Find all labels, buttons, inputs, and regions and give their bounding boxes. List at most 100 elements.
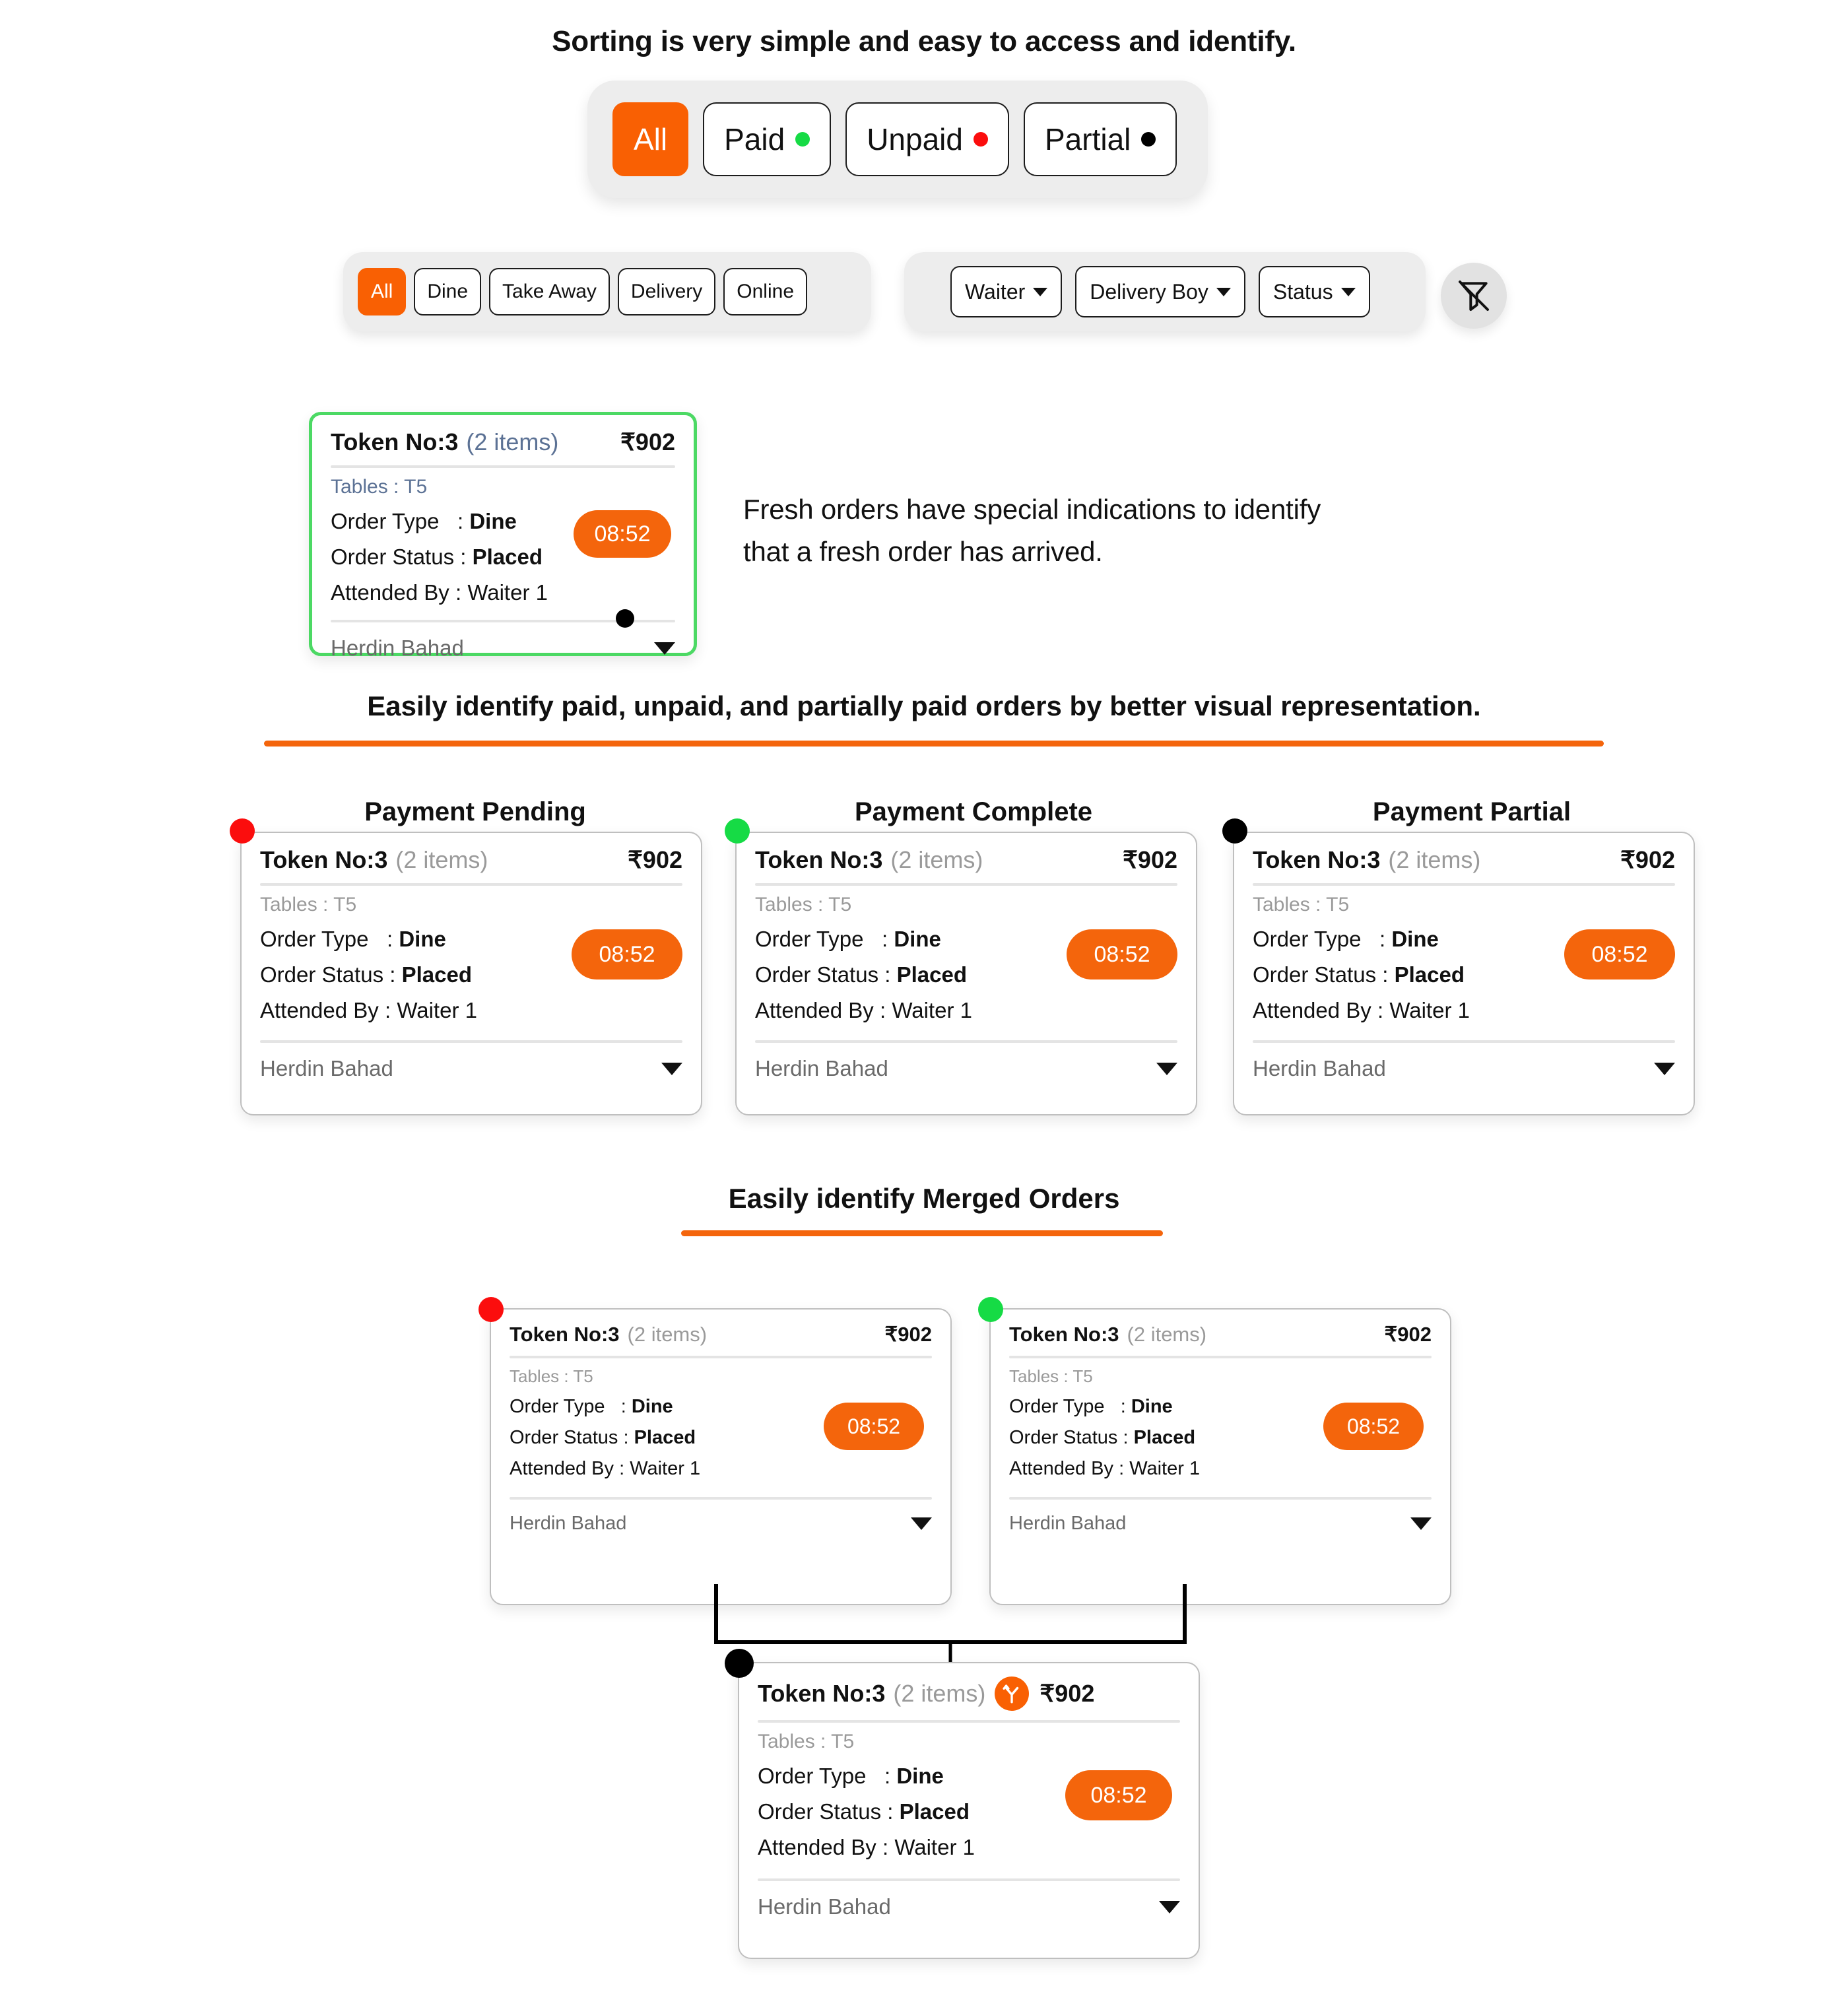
order-status-sep: :: [1123, 1427, 1134, 1448]
order-type-sep: :: [1379, 927, 1392, 951]
order-type-dine[interactable]: Dine: [414, 268, 482, 315]
divider: [755, 883, 1177, 886]
token-separator: :: [864, 1680, 873, 1707]
paid-status-dot-icon: [795, 132, 810, 147]
order-type-delivery[interactable]: Delivery: [617, 268, 716, 315]
attended-by-row: Attended By : Waiter 1: [510, 1458, 932, 1480]
payment-section-underline: [264, 741, 1604, 747]
payment-partial-title: Payment Partial: [1372, 797, 1571, 826]
attended-by-sep: :: [619, 1458, 630, 1479]
status-dot-partial: [1222, 818, 1247, 844]
order-timer-badge: 08:52: [574, 510, 671, 558]
divider: [1253, 1040, 1675, 1043]
order-type-key: Order Type: [758, 1764, 867, 1788]
attended-by-row: Attended By : Waiter 1: [1009, 1458, 1432, 1480]
unpaid-status-dot-icon: [973, 132, 988, 147]
order-status-value: Placed: [401, 962, 472, 987]
order-type-value: Dine: [896, 1764, 944, 1788]
status-filter-partial-label: Partial: [1044, 122, 1131, 156]
order-type-value: Dine: [1131, 1396, 1173, 1417]
divider: [1253, 883, 1675, 886]
order-type-key: Order Type: [755, 927, 864, 951]
order-status-sep: :: [623, 1427, 634, 1448]
attended-by-row: Attended By : Waiter 1: [1253, 998, 1675, 1023]
tables-text: Tables : T5: [755, 894, 852, 915]
attended-by-value: Waiter 1: [1389, 998, 1470, 1022]
order-card-payment-complete[interactable]: Token No : 3 (2 items) ₹902 Tables : T5 …: [735, 832, 1197, 1115]
order-type-key: Order Type: [331, 509, 440, 533]
divider: [1009, 1497, 1432, 1500]
divider: [755, 1040, 1177, 1043]
order-status-value: Placed: [1133, 1427, 1196, 1448]
divider: [331, 465, 675, 468]
chevron-down-icon[interactable]: [1159, 1900, 1180, 1913]
merged-source-card-1[interactable]: Token No : 3 (2 items) ₹902 Tables : T5 …: [490, 1308, 952, 1605]
fresh-order-note-line1: Fresh orders have special indications to…: [743, 494, 1321, 525]
order-status-sep: :: [1382, 962, 1395, 987]
order-status-value: Placed: [1394, 962, 1465, 987]
order-type-all[interactable]: All: [358, 268, 407, 315]
token-value: 3: [1107, 1323, 1119, 1346]
status-filter-unpaid[interactable]: Unpaid: [845, 102, 1009, 176]
order-card-payment-pending[interactable]: Token No : 3 (2 items) ₹902 Tables : T5 …: [240, 832, 702, 1115]
customer-name: Herdin Bahad: [758, 1894, 891, 1919]
order-status-key: Order Status: [755, 962, 879, 987]
attended-by-row: Attended By : Waiter 1: [260, 998, 682, 1023]
merged-section-title: Easily identify Merged Orders: [728, 1183, 1120, 1214]
divider: [758, 1878, 1180, 1881]
merged-section-underline: [681, 1230, 1163, 1236]
chevron-down-icon[interactable]: [911, 1517, 932, 1530]
order-status-key: Order Status: [1009, 1427, 1118, 1448]
order-timer-badge: 08:52: [1564, 929, 1675, 979]
chevron-down-icon[interactable]: [661, 1062, 682, 1075]
order-timer-badge: 08:52: [572, 929, 682, 979]
waiter-dropdown-label: Waiter: [965, 279, 1026, 304]
token-separator: :: [1100, 1323, 1108, 1346]
partial-status-dot-icon: [616, 609, 634, 628]
status-filter-paid[interactable]: Paid: [703, 102, 832, 176]
merged-result-card[interactable]: Token No : 3 (2 items) ₹902 Tables : T5 …: [738, 1662, 1200, 1959]
chevron-down-icon: [1340, 287, 1356, 296]
payment-section-title: Easily identify paid, unpaid, and partia…: [367, 690, 1481, 721]
order-type-sep: :: [881, 927, 894, 951]
order-status-key: Order Status: [1253, 962, 1377, 987]
fresh-order-note-line2: that a fresh order has arrived.: [743, 536, 1103, 567]
attended-by-sep: :: [384, 998, 397, 1022]
chevron-down-icon[interactable]: [1654, 1062, 1675, 1075]
fresh-order-note: Fresh orders have special indications to…: [743, 488, 1469, 573]
order-type-online[interactable]: Online: [723, 268, 807, 315]
status-filter-partial[interactable]: Partial: [1023, 102, 1177, 176]
status-dropdown[interactable]: Status: [1258, 266, 1370, 317]
chevron-down-icon[interactable]: [654, 642, 675, 655]
chevron-down-icon[interactable]: [1156, 1062, 1177, 1075]
order-type-sep: :: [620, 1396, 632, 1417]
order-timer-badge: 08:52: [1323, 1403, 1424, 1450]
waiter-dropdown[interactable]: Waiter: [950, 266, 1063, 317]
delivery-boy-dropdown-label: Delivery Boy: [1090, 279, 1208, 304]
clear-filter-button[interactable]: [1441, 263, 1507, 329]
status-filter-all[interactable]: All: [612, 102, 689, 176]
order-type-take-away[interactable]: Take Away: [489, 268, 610, 315]
token-label: Token No: [758, 1680, 865, 1707]
attended-by-sep: :: [879, 998, 892, 1022]
page-root: Sorting is very simple and easy to acces…: [0, 0, 1848, 1992]
order-status-value: Placed: [472, 545, 543, 569]
token-value: 3: [445, 428, 459, 455]
items-count: (2 items): [466, 428, 559, 455]
attended-by-value: Waiter 1: [397, 998, 477, 1022]
order-type-sep: :: [884, 1764, 897, 1788]
order-type-all-label: All: [371, 281, 393, 302]
order-card-payment-partial[interactable]: Token No : 3 (2 items) ₹902 Tables : T5 …: [1233, 832, 1695, 1115]
divider: [260, 883, 682, 886]
token-separator: :: [1359, 846, 1368, 873]
customer-name: Herdin Bahad: [510, 1513, 627, 1534]
order-status-value: Placed: [896, 962, 967, 987]
chevron-down-icon: [1216, 287, 1231, 296]
fresh-order-card[interactable]: Token No : 3 (2 items) ₹902 Tables : T5 …: [309, 412, 697, 660]
merged-source-card-2[interactable]: Token No : 3 (2 items) ₹902 Tables : T5 …: [989, 1308, 1451, 1605]
attended-by-value: Waiter 1: [894, 1835, 975, 1859]
chevron-down-icon[interactable]: [1410, 1517, 1432, 1530]
fresh-card-footer: Herdin Bahad: [331, 630, 675, 661]
items-count: (2 items): [1388, 846, 1481, 873]
delivery-boy-dropdown[interactable]: Delivery Boy: [1075, 266, 1245, 317]
